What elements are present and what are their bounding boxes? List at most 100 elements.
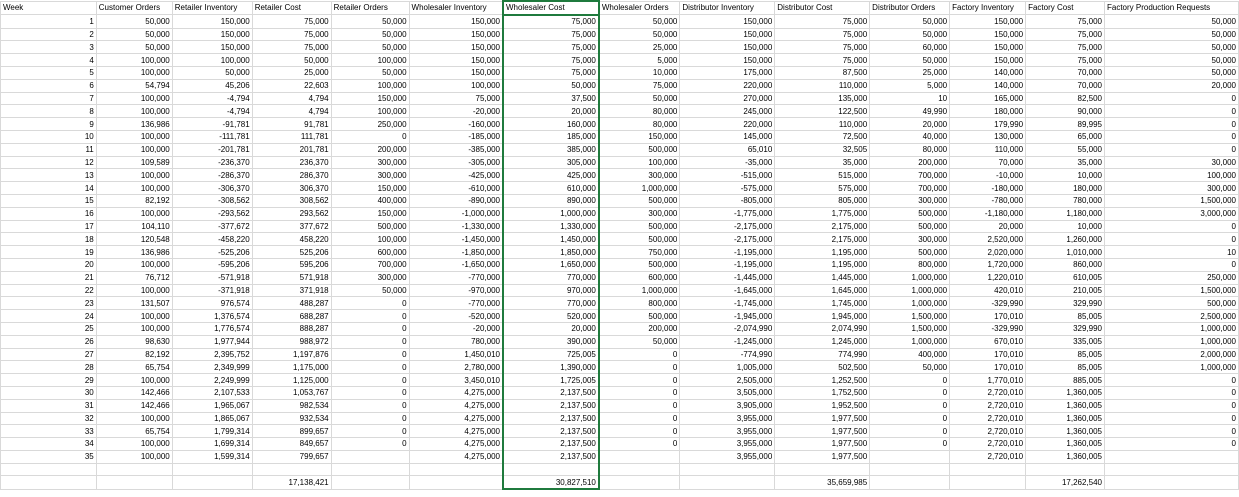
cell[interactable]: 0 — [330, 129, 410, 144]
cell[interactable]: -377,672 — [171, 219, 253, 234]
cell[interactable]: 2,137,500 — [501, 449, 600, 464]
cell[interactable]: 1,745,000 — [774, 296, 871, 311]
cell[interactable]: 3,905,000 — [679, 398, 776, 413]
cell[interactable]: 50,000 — [598, 91, 681, 106]
cell[interactable]: 135,000 — [774, 91, 871, 106]
cell[interactable]: 500,000 — [598, 142, 681, 157]
column-header[interactable]: Week — [0, 0, 97, 16]
cell[interactable]: -2,175,000 — [679, 232, 776, 247]
cell[interactable]: -305,000 — [408, 155, 504, 170]
cell[interactable]: -20,000 — [408, 321, 504, 336]
cell[interactable]: 1,252,500 — [774, 373, 871, 387]
cell[interactable]: 0 — [598, 398, 681, 413]
cell[interactable]: 30 — [0, 385, 97, 400]
cell[interactable]: 150,000 — [408, 14, 504, 29]
cell[interactable]: 670,010 — [949, 334, 1027, 349]
cell[interactable]: 91,781 — [251, 117, 332, 131]
cell[interactable]: -774,990 — [679, 347, 776, 362]
cell[interactable]: 100,000 — [95, 53, 173, 67]
cell[interactable]: 2,720,010 — [949, 411, 1027, 426]
cell[interactable]: 390,000 — [501, 334, 600, 349]
cell[interactable]: 54,794 — [95, 78, 173, 93]
cell[interactable]: 1,770,010 — [949, 373, 1027, 387]
cell[interactable] — [598, 475, 681, 490]
cell[interactable]: 60,000 — [869, 40, 951, 55]
cell[interactable]: 770,000 — [501, 270, 600, 285]
cell[interactable]: 1,977,944 — [171, 334, 253, 349]
cell[interactable]: 0 — [1104, 424, 1239, 439]
cell[interactable]: -329,990 — [949, 321, 1027, 336]
cell[interactable]: 75,000 — [501, 27, 600, 42]
cell[interactable]: 2,505,000 — [679, 373, 776, 387]
column-header[interactable]: Retailer Cost — [251, 0, 332, 16]
cell[interactable]: 150,000 — [408, 27, 504, 42]
column-header[interactable]: Wholesaler Inventory — [408, 0, 504, 16]
cell[interactable]: 65,010 — [679, 142, 776, 157]
cell[interactable]: -20,000 — [408, 104, 504, 119]
column-header[interactable]: Customer Orders — [95, 0, 173, 16]
cell[interactable]: -890,000 — [408, 193, 504, 208]
cell[interactable]: 10,000 — [598, 65, 681, 80]
cell[interactable]: 1,360,005 — [1025, 449, 1105, 464]
cell[interactable]: 0 — [598, 373, 681, 387]
cell[interactable]: 300,000 — [330, 168, 410, 183]
cell[interactable]: 72,500 — [774, 129, 871, 144]
cell[interactable]: 1,195,000 — [774, 245, 871, 259]
cell[interactable]: 0 — [869, 424, 951, 439]
cell[interactable]: 31 — [0, 398, 97, 413]
cell[interactable]: 2,020,000 — [949, 245, 1027, 259]
cell[interactable]: 250,000 — [330, 117, 410, 131]
cell[interactable]: 10 — [1104, 245, 1239, 259]
cell[interactable]: 50,000 — [501, 78, 600, 93]
cell[interactable]: 28 — [0, 360, 97, 375]
cell[interactable]: -35,000 — [679, 155, 776, 170]
cell[interactable]: 35 — [0, 449, 97, 464]
cell[interactable] — [251, 462, 332, 477]
column-header[interactable]: Distributor Inventory — [679, 0, 776, 16]
cell[interactable]: 150,000 — [679, 14, 776, 29]
cell[interactable]: 8 — [0, 104, 97, 119]
cell[interactable]: 179,990 — [949, 117, 1027, 131]
cell[interactable]: 300,000 — [869, 232, 951, 247]
cell[interactable]: 0 — [330, 296, 410, 311]
cell[interactable]: -770,000 — [408, 270, 504, 285]
cell[interactable]: 1,450,000 — [501, 232, 600, 247]
cell[interactable]: 85,005 — [1025, 309, 1105, 323]
cell[interactable]: 1,965,067 — [171, 398, 253, 413]
cell[interactable]: 165,000 — [949, 91, 1027, 106]
cell[interactable]: 20,000 — [501, 321, 600, 336]
cell[interactable]: 10,000 — [1025, 168, 1105, 183]
cell[interactable]: 970,000 — [501, 283, 600, 298]
cell[interactable]: -610,000 — [408, 181, 504, 195]
column-header[interactable]: Factory Inventory — [949, 0, 1027, 16]
cell[interactable]: 1,650,000 — [501, 257, 600, 272]
cell[interactable]: 0 — [1104, 142, 1239, 157]
cell[interactable]: 12 — [0, 155, 97, 170]
cell[interactable]: 26 — [0, 334, 97, 349]
cell[interactable]: 600,000 — [330, 245, 410, 259]
cell[interactable]: 100,000 — [330, 104, 410, 119]
cell[interactable]: -575,000 — [679, 181, 776, 195]
cell[interactable]: 50,000 — [869, 53, 951, 67]
cell[interactable]: 780,000 — [408, 334, 504, 349]
cell[interactable]: 1,450,010 — [408, 347, 504, 362]
cell[interactable] — [679, 475, 776, 490]
cell[interactable]: 201,781 — [251, 142, 332, 157]
cell[interactable]: 140,000 — [949, 65, 1027, 80]
cell[interactable]: -1,195,000 — [679, 257, 776, 272]
cell[interactable]: 80,000 — [869, 142, 951, 157]
cell[interactable]: 100,000 — [330, 232, 410, 247]
column-header[interactable]: Factory Production Requests — [1104, 0, 1239, 16]
cell[interactable]: 502,500 — [774, 360, 871, 375]
cell[interactable]: 150,000 — [598, 129, 681, 144]
cell[interactable]: 0 — [598, 360, 681, 375]
cell[interactable]: 9 — [0, 117, 97, 131]
cell[interactable]: 2,074,990 — [774, 321, 871, 336]
cell[interactable]: 13 — [0, 168, 97, 183]
cell[interactable]: 1,599,314 — [171, 449, 253, 464]
cell[interactable]: 100,000 — [1104, 168, 1239, 183]
cell[interactable]: -2,175,000 — [679, 219, 776, 234]
cell[interactable]: 700,000 — [330, 257, 410, 272]
cell[interactable]: -160,000 — [408, 117, 504, 131]
cell[interactable]: 80,000 — [598, 104, 681, 119]
